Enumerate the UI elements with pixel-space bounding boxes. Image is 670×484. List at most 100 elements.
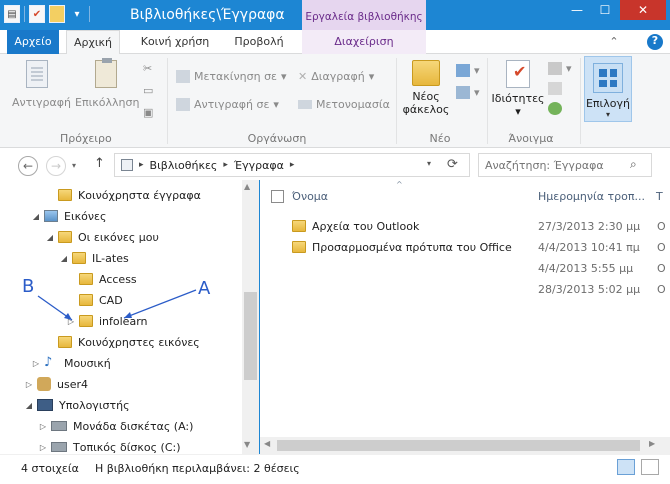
maximize-button[interactable]: ☐ [592, 0, 618, 20]
address-bar[interactable]: ▸ Βιβλιοθήκες ▸ Έγγραφα ▸ [114, 153, 470, 177]
expanded-triangle-icon[interactable]: ◢ [24, 401, 34, 410]
file-name: Αρχεία του Outlook [312, 219, 420, 233]
tree-item-computer[interactable]: ◢ Υπολογιστής [24, 395, 130, 415]
column-header-date[interactable]: Ημερομηνία τροπ... [538, 190, 645, 204]
up-arrow-icon[interactable]: ↑ [94, 156, 105, 171]
copy-path-icon[interactable]: ▭ [143, 84, 153, 97]
tree-item-floppy[interactable]: ▷ Μονάδα δισκέτας (A:) [38, 416, 193, 436]
move-to-button[interactable]: Μετακίνηση σε ▾ [176, 70, 287, 83]
new-folder-qat-icon[interactable] [49, 5, 65, 23]
cut-icon[interactable]: ✂ [143, 62, 152, 75]
new-folder-label-line1: Νέος [412, 90, 440, 103]
tree-item-infolearn[interactable]: ▷ infolearn [66, 311, 148, 331]
scroll-left-icon[interactable]: ◀ [264, 439, 270, 448]
breadcrumb-documents[interactable]: Έγγραφα [234, 159, 284, 172]
breadcrumb-libraries[interactable]: Βιβλιοθήκες [150, 159, 218, 172]
tab-home[interactable]: Αρχική [66, 30, 120, 55]
expanded-triangle-icon[interactable]: ◢ [59, 254, 69, 263]
tab-share[interactable]: Κοινή χρήση [135, 30, 215, 54]
tree-item-music[interactable]: ▷ ♪ Μουσική [31, 353, 111, 373]
collapsed-triangle-icon[interactable]: ▷ [38, 422, 48, 431]
horizontal-scroll-thumb[interactable] [277, 440, 640, 451]
file-row[interactable]: Αρχεία του Outlook [292, 216, 419, 236]
library-icon [121, 159, 133, 171]
breadcrumb-separator-icon[interactable]: ▸ [223, 160, 228, 170]
tree-item-shared-documents[interactable]: Κοινόχρηστα έγγραφα [45, 185, 201, 205]
copy-button[interactable]: Αντιγραφή [12, 60, 71, 109]
folder-icon [79, 273, 93, 285]
tree-item-label: Κοινόχρηστα έγγραφα [78, 188, 201, 202]
collapsed-triangle-icon[interactable]: ▷ [66, 317, 76, 326]
new-group-label: Νέο [429, 132, 451, 145]
collapsed-triangle-icon[interactable]: ▷ [24, 380, 34, 389]
column-header-type[interactable]: Τ [656, 190, 663, 204]
properties-qat-icon[interactable]: ▤ [4, 5, 20, 23]
tree-item-shared-pictures[interactable]: Κοινόχρηστες εικόνες [45, 332, 200, 352]
column-header-name[interactable]: Όνομα [292, 190, 328, 204]
tree-item-label: Οι εικόνες μου [78, 230, 159, 244]
scroll-up-icon[interactable]: ▲ [244, 182, 250, 191]
close-button[interactable]: ✕ [620, 0, 666, 20]
tree-item-user4[interactable]: ▷ user4 [24, 374, 88, 394]
properties-check-qat-icon[interactable]: ✔ [29, 5, 45, 23]
edit-icon[interactable] [548, 82, 562, 95]
tab-manage[interactable]: Διαχείριση [302, 30, 426, 54]
scroll-down-icon[interactable]: ▼ [244, 440, 250, 449]
tree-item-label: Υπολογιστής [59, 398, 130, 412]
select-label: Επιλογή [585, 97, 631, 110]
address-history-chevron-icon[interactable]: ▾ [427, 159, 431, 168]
tree-item-pictures[interactable]: ◢ Εικόνες [31, 206, 107, 226]
copy-to-button[interactable]: Αντιγραφή σε ▾ [176, 98, 279, 111]
breadcrumb-separator-icon[interactable]: ▸ [290, 160, 295, 170]
annotation-label-b: B [22, 276, 35, 297]
forward-arrow-icon[interactable]: → [46, 156, 66, 176]
select-all-checkbox[interactable] [271, 190, 284, 203]
collapsed-triangle-icon[interactable]: ▷ [38, 443, 48, 452]
tree-item-access[interactable]: Access [66, 269, 137, 289]
tab-file[interactable]: Αρχείο [7, 30, 59, 54]
tab-view[interactable]: Προβολή [228, 30, 290, 54]
copy-to-icon [176, 98, 190, 111]
paste-icon [95, 58, 117, 88]
copy-label: Αντιγραφή [12, 96, 71, 109]
details-view-icon[interactable] [617, 459, 635, 475]
history-icon[interactable] [548, 102, 562, 115]
expanded-triangle-icon[interactable]: ◢ [31, 212, 41, 221]
new-folder-button[interactable]: Νέος φάκελος [400, 60, 452, 116]
help-icon[interactable]: ? [647, 34, 663, 50]
quick-access-toolbar: ▤ ✔ ▾ [4, 5, 90, 23]
open-icon[interactable]: ▾ [548, 62, 572, 75]
search-icon[interactable]: ⌕ [630, 157, 637, 172]
search-input[interactable] [478, 153, 652, 177]
expand-ribbon-chevron-icon[interactable]: ⌃ [606, 30, 622, 54]
tree-item-il-ates[interactable]: ◢ IL-ates [59, 248, 129, 268]
tree-item-cad[interactable]: CAD [66, 290, 123, 310]
new-item-icon[interactable]: ▾ [456, 64, 480, 77]
new-folder-icon [412, 60, 440, 86]
paste-shortcut-icon[interactable]: ▣ [143, 106, 153, 119]
breadcrumb-separator-icon[interactable]: ▸ [139, 160, 144, 170]
select-button[interactable]: Επιλογή ▾ [584, 56, 632, 122]
scroll-right-icon[interactable]: ▶ [649, 439, 655, 448]
paste-button[interactable]: Επικόλληση [75, 58, 139, 109]
chevron-down-icon: ▾ [281, 70, 287, 83]
expanded-triangle-icon[interactable]: ◢ [45, 233, 55, 242]
delete-button[interactable]: ✕ Διαγραφή ▾ [298, 70, 374, 83]
file-date: 4/4/2013 10:41 πμ [538, 241, 640, 254]
collapsed-triangle-icon[interactable]: ▷ [31, 359, 41, 368]
customize-qat-chevron-icon[interactable]: ▾ [69, 5, 85, 23]
minimize-button[interactable]: — [564, 0, 590, 20]
refresh-icon[interactable]: ⟳ [447, 157, 458, 172]
easy-access-icon[interactable]: ▾ [456, 86, 480, 99]
navigation-scroll-thumb[interactable] [244, 292, 257, 380]
tree-item-label: infolearn [99, 314, 148, 328]
recent-locations-chevron-icon[interactable]: ▾ [72, 161, 76, 170]
file-row[interactable]: Προσαρμοσμένα πρότυπα του Office [292, 237, 512, 257]
properties-button[interactable]: Ιδιότητες ▾ [490, 60, 546, 118]
tree-item-my-pictures[interactable]: ◢ Οι εικόνες μου [45, 227, 159, 247]
large-icons-view-icon[interactable] [641, 459, 659, 475]
back-arrow-icon[interactable]: ← [18, 156, 38, 176]
open-group-label: Άνοιγμα [508, 132, 554, 145]
rename-button[interactable]: Μετονομασία [298, 98, 390, 111]
music-icon: ♪ [44, 355, 53, 370]
